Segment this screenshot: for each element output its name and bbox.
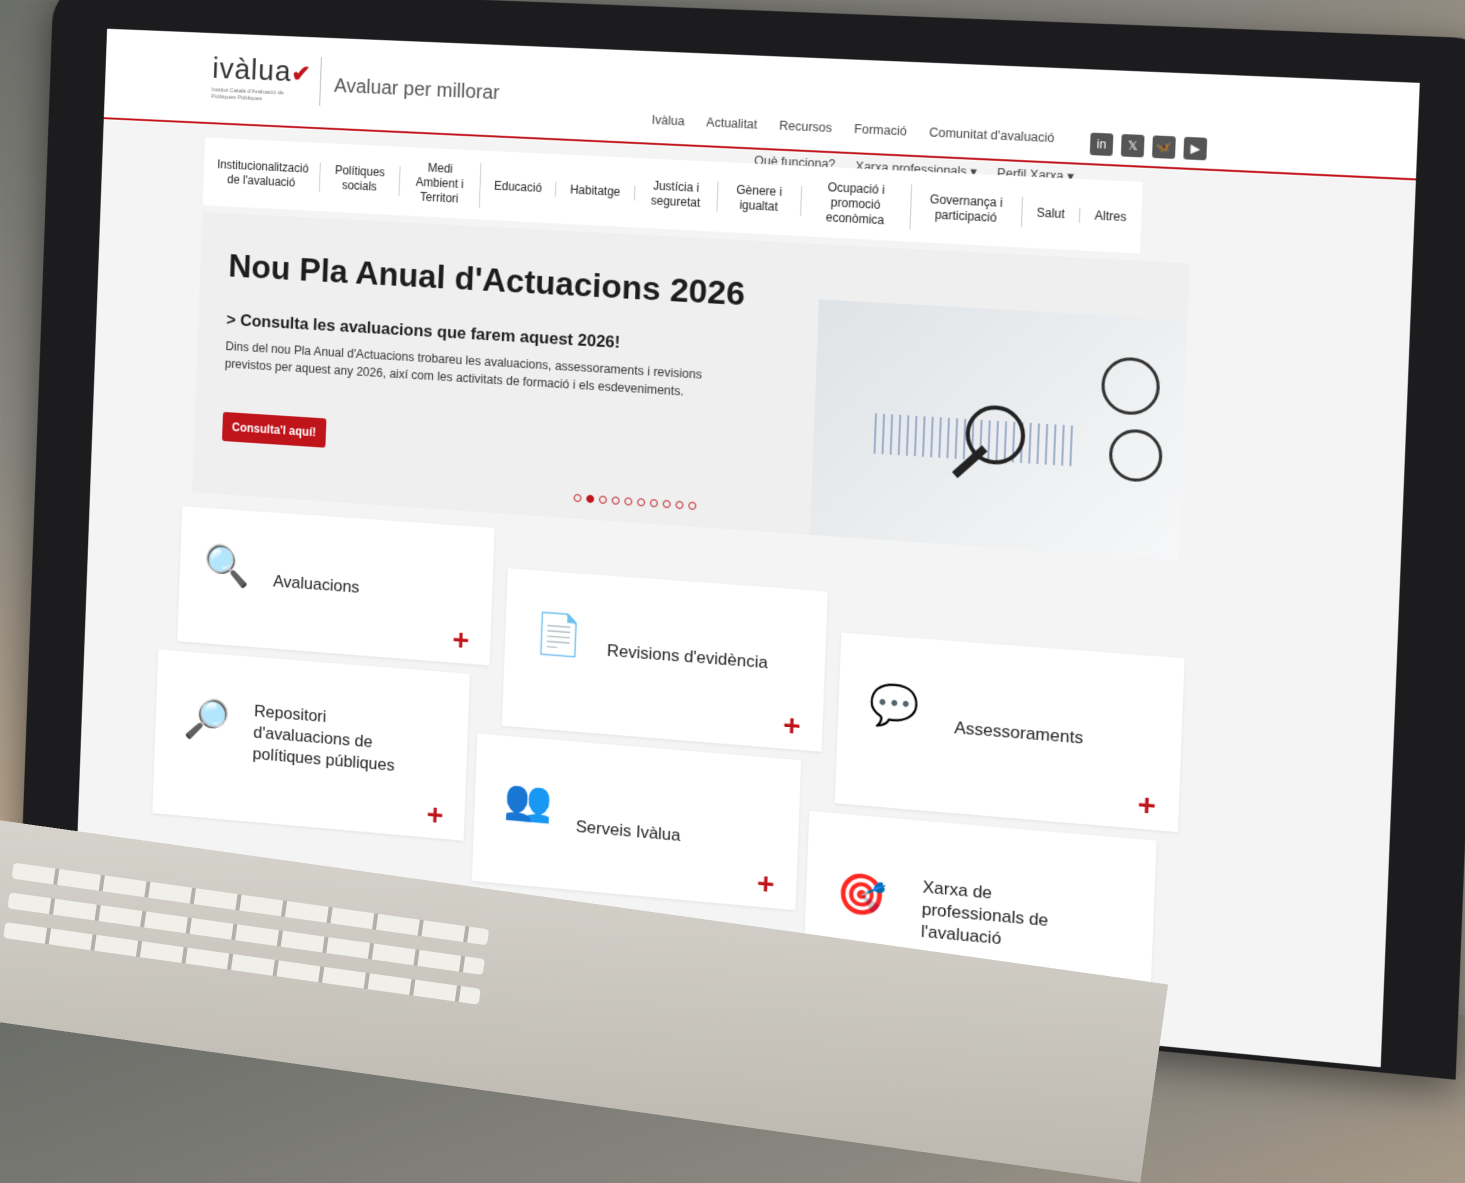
- plus-icon[interactable]: +: [782, 711, 801, 742]
- plus-icon[interactable]: +: [452, 625, 470, 656]
- advisory-icon: 💬: [868, 680, 920, 731]
- category-item[interactable]: Medi Ambient i Territori: [399, 159, 481, 207]
- hero-carousel: Nou Pla Anual d'Actuacions 2026 > Consul…: [192, 212, 1190, 560]
- carousel-dot[interactable]: [573, 494, 581, 502]
- evaluation-icon: 🔍: [203, 542, 251, 591]
- plus-icon[interactable]: +: [1137, 790, 1156, 822]
- services-icon: 👥: [503, 775, 553, 825]
- carousel-dot[interactable]: [612, 496, 620, 504]
- category-item[interactable]: Salut: [1022, 204, 1081, 222]
- logo-text: ivàlua: [212, 52, 292, 87]
- hero-image: [810, 299, 1188, 560]
- hero-text: Dins del nou Pla Anual d'Actuacions trob…: [225, 337, 737, 403]
- category-item[interactable]: Institucionalització de l'avaluació: [203, 157, 320, 192]
- tagline: Avaluar per millorar: [334, 75, 500, 105]
- nav-formacio[interactable]: Formació: [854, 122, 907, 138]
- card-repositori[interactable]: 🔎 Repositori d'avaluacions de polítiques…: [152, 649, 470, 840]
- card-revisions[interactable]: 📄 Revisions d'evidència +: [502, 568, 828, 752]
- check-icon: ✔: [291, 61, 311, 88]
- carousel-dot[interactable]: [663, 500, 671, 508]
- category-item[interactable]: Educació: [480, 178, 556, 197]
- youtube-icon[interactable]: ▶: [1183, 137, 1207, 161]
- carousel-dot[interactable]: [586, 495, 594, 503]
- glasses-icon: [1108, 428, 1163, 483]
- hero-title: Nou Pla Anual d'Actuacions 2026: [228, 247, 746, 314]
- top-nav: Ivàlua Actualitat Recursos Formació Comu…: [651, 113, 1054, 145]
- repository-icon: 🔎: [183, 695, 231, 744]
- nav-comunitat[interactable]: Comunitat d'avaluació: [929, 125, 1055, 145]
- plus-icon[interactable]: +: [426, 800, 444, 831]
- x-icon[interactable]: 𝕏: [1121, 134, 1145, 158]
- category-item[interactable]: Gènere i igualtat: [717, 182, 802, 216]
- glasses-icon: [1100, 356, 1160, 417]
- nav-actualitat[interactable]: Actualitat: [706, 115, 758, 131]
- nav-ivalua[interactable]: Ivàlua: [651, 113, 684, 128]
- card-label: Serveis Ivàlua: [575, 816, 681, 847]
- logo-separator: [319, 57, 322, 106]
- plus-icon[interactable]: +: [756, 869, 775, 901]
- category-item[interactable]: Habitatge: [556, 181, 635, 200]
- evidence-review-icon: 📄: [534, 610, 584, 660]
- card-label: Xarxa de professionals de l'avaluació: [921, 876, 1098, 959]
- carousel-dot[interactable]: [688, 502, 696, 510]
- card-label: Assessoraments: [954, 717, 1084, 750]
- category-item[interactable]: Justícia i seguretat: [634, 178, 718, 212]
- category-item[interactable]: Ocupació i promoció econòmica: [800, 178, 911, 229]
- carousel-dot[interactable]: [599, 496, 607, 504]
- carousel-dot[interactable]: [637, 498, 645, 506]
- carousel-dot[interactable]: [675, 501, 683, 509]
- card-avaluacions[interactable]: 🔍 Avaluacions +: [177, 506, 495, 665]
- category-item[interactable]: Polítiques socials: [320, 162, 401, 195]
- nav-recursos[interactable]: Recursos: [779, 119, 832, 135]
- logo-subtitle: Institut Català d'Avaluació de Polítique…: [211, 87, 296, 104]
- carousel-dot[interactable]: [650, 499, 658, 507]
- carousel-dot[interactable]: [624, 497, 632, 505]
- logo[interactable]: ivàlua✔ Institut Català d'Avaluació de P…: [211, 52, 311, 105]
- bluesky-icon[interactable]: 🦋: [1152, 135, 1176, 159]
- carousel-dots: [573, 494, 696, 510]
- social-links: in 𝕏 🦋 ▶: [1090, 133, 1207, 161]
- card-label: Revisions d'evidència: [607, 640, 769, 674]
- category-item[interactable]: Altres: [1080, 207, 1141, 225]
- category-item[interactable]: Governança i participació: [911, 191, 1023, 227]
- card-label: Repositori d'avaluacions de polítiques p…: [252, 701, 425, 779]
- linkedin-icon[interactable]: in: [1090, 133, 1114, 156]
- card-assessoraments[interactable]: 💬 Assessoraments +: [835, 633, 1185, 833]
- card-serveis[interactable]: 👥 Serveis Ivàlua +: [472, 734, 801, 911]
- card-label: Avaluacions: [273, 571, 360, 599]
- consulta-button[interactable]: Consulta'l aquí!: [222, 412, 326, 448]
- network-icon: 🎯: [835, 869, 887, 921]
